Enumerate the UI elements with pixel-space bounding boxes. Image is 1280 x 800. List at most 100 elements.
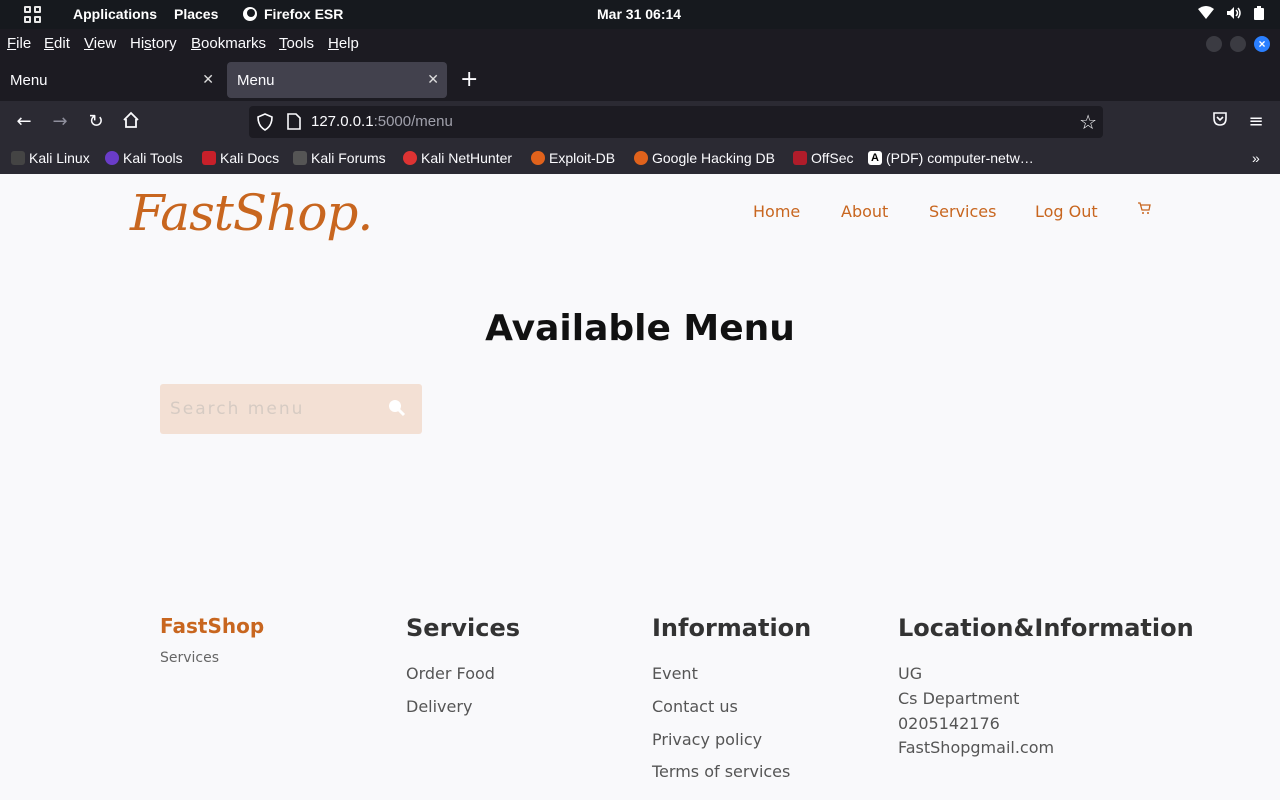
url-path: :5000/menu	[373, 113, 453, 130]
maximize-button[interactable]	[1230, 36, 1246, 52]
menu-history[interactable]: History	[130, 35, 177, 52]
kali-tools-icon	[105, 151, 119, 165]
os-top-panel: Applications Places Firefox ESR Mar 31 0…	[0, 0, 1280, 29]
volume-icon	[1227, 7, 1241, 19]
bookmark-kali-docs[interactable]: Kali Docs	[202, 150, 279, 166]
page-content: FastShop. Home About Services Log Out Av…	[0, 174, 1280, 800]
tab-menu-2[interactable]: Menu ✕	[227, 62, 447, 98]
bookmark-label: Kali Tools	[123, 150, 183, 166]
search-input[interactable]	[160, 384, 380, 434]
footer-services-title: Services	[406, 614, 521, 642]
menu-bookmarks[interactable]: Bookmarks	[191, 35, 266, 52]
nav-services[interactable]: Services	[929, 202, 996, 221]
bookmark-star-icon[interactable]: ☆	[1079, 110, 1097, 134]
footer-email: FastShopgmail.com	[898, 738, 1055, 757]
firefox-app-label: Firefox ESR	[264, 6, 344, 22]
app-menu-button[interactable]: ≡	[1245, 111, 1267, 132]
firefox-icon	[243, 7, 257, 21]
minimize-button[interactable]	[1206, 36, 1222, 52]
footer-location-line: UG	[898, 664, 923, 683]
search-box	[160, 384, 422, 434]
bookmark-pdf-computer-networks[interactable]: A (PDF) computer-netw…	[868, 150, 1034, 166]
bookmark-google-hacking-db[interactable]: Google Hacking DB	[634, 150, 775, 166]
menu-file[interactable]: File	[7, 35, 31, 52]
footer-link-terms-of-services[interactable]: Terms of services	[652, 762, 811, 781]
footer-link-privacy-policy[interactable]: Privacy policy	[652, 730, 811, 749]
wifi-icon	[1198, 6, 1214, 19]
bookmark-kali-tools[interactable]: Kali Tools	[105, 150, 183, 166]
tab-label: Menu	[10, 72, 48, 89]
footer-information-title: Information	[652, 614, 812, 642]
footer-link-order-food[interactable]: Order Food	[406, 664, 520, 683]
url-bar[interactable]: 127.0.0.1:5000/menu ☆	[249, 106, 1103, 138]
firefox-app-indicator[interactable]: Firefox ESR	[242, 6, 343, 22]
kali-forums-icon	[293, 151, 307, 165]
menu-edit[interactable]: Edit	[44, 35, 70, 52]
bookmark-label: (PDF) computer-netw…	[886, 150, 1034, 166]
battery-icon	[1254, 6, 1264, 20]
tracking-shield-icon[interactable]	[257, 113, 273, 131]
bookmark-offsec[interactable]: OffSec	[793, 150, 854, 166]
bookmark-label: Kali Linux	[29, 150, 90, 166]
bookmarks-toolbar: Kali Linux Kali Tools Kali Docs Kali For…	[0, 143, 1280, 174]
bookmark-kali-nethunter[interactable]: Kali NetHunter	[403, 150, 512, 166]
menu-tools[interactable]: Tools	[279, 35, 314, 52]
bookmark-exploit-db[interactable]: Exploit-DB	[531, 150, 615, 166]
browser-menubar: File Edit View History Bookmarks Tools H…	[0, 29, 1280, 59]
academia-icon: A	[868, 151, 882, 165]
tab-label: Menu	[237, 72, 275, 89]
pocket-icon	[1213, 112, 1227, 126]
nav-log-out[interactable]: Log Out	[1035, 202, 1098, 221]
tab-strip: Menu ✕ Menu ✕ +	[0, 59, 1280, 101]
footer-link-delivery[interactable]: Delivery	[406, 697, 520, 716]
exploit-db-icon	[531, 151, 545, 165]
footer-brand-column: FastShop Services	[160, 614, 264, 666]
nethunter-icon	[403, 151, 417, 165]
new-tab-button[interactable]: +	[460, 67, 478, 92]
applications-menu[interactable]: Applications	[73, 6, 157, 22]
menu-help[interactable]: Help	[328, 35, 359, 52]
cart-icon[interactable]	[1137, 201, 1151, 215]
nav-home[interactable]: Home	[753, 202, 800, 221]
footer-phone: 0205142176	[898, 714, 1000, 733]
bookmark-kali-linux[interactable]: Kali Linux	[11, 150, 90, 166]
footer-location-line: Cs Department	[898, 689, 1020, 708]
kali-docs-icon	[202, 151, 216, 165]
bookmark-label: Google Hacking DB	[652, 150, 775, 166]
pocket-button[interactable]	[1209, 111, 1231, 132]
apps-grid-icon[interactable]	[24, 6, 41, 23]
tab-menu-1[interactable]: Menu ✕	[0, 62, 222, 98]
system-tray[interactable]	[1198, 6, 1264, 20]
search-icon[interactable]	[388, 399, 406, 417]
close-tab-icon[interactable]: ✕	[427, 71, 439, 88]
footer-brand-services-link[interactable]: Services	[160, 650, 264, 666]
menu-view[interactable]: View	[84, 35, 116, 52]
page-info-icon[interactable]	[287, 113, 301, 130]
bookmarks-overflow-icon[interactable]: »	[1252, 150, 1260, 166]
bookmark-label: Kali Docs	[220, 150, 280, 166]
footer-location-column: Location&Information UG Cs Department 02…	[898, 614, 1194, 757]
bookmark-label: Kali NetHunter	[421, 150, 513, 166]
home-icon	[123, 111, 139, 128]
places-menu[interactable]: Places	[174, 6, 218, 22]
home-button[interactable]	[120, 111, 142, 134]
reload-button[interactable]: ↻	[85, 111, 107, 132]
back-button[interactable]: ←	[13, 111, 35, 132]
site-logo[interactable]: FastShop.	[130, 184, 373, 242]
nav-about[interactable]: About	[841, 202, 888, 221]
footer-location-title: Location&Information	[898, 614, 1194, 642]
kali-dragon-icon	[11, 151, 25, 165]
footer-link-event[interactable]: Event	[652, 664, 811, 683]
close-window-button[interactable]: ×	[1254, 36, 1270, 52]
footer-link-contact-us[interactable]: Contact us	[652, 697, 811, 716]
clock[interactable]: Mar 31 06:14	[597, 6, 681, 22]
forward-button[interactable]: →	[49, 111, 71, 132]
bookmark-kali-forums[interactable]: Kali Forums	[293, 150, 386, 166]
ghdb-icon	[634, 151, 648, 165]
page-title: Available Menu	[485, 308, 795, 349]
navigation-toolbar: ← → ↻ 127.0.0.1:5000/menu ☆ ≡	[0, 101, 1280, 143]
close-tab-icon[interactable]: ✕	[202, 71, 214, 88]
url-host: 127.0.0.1	[311, 113, 374, 130]
footer-information-column: Information Event Contact us Privacy pol…	[652, 614, 811, 781]
url-text[interactable]: 127.0.0.1:5000/menu	[311, 113, 453, 130]
